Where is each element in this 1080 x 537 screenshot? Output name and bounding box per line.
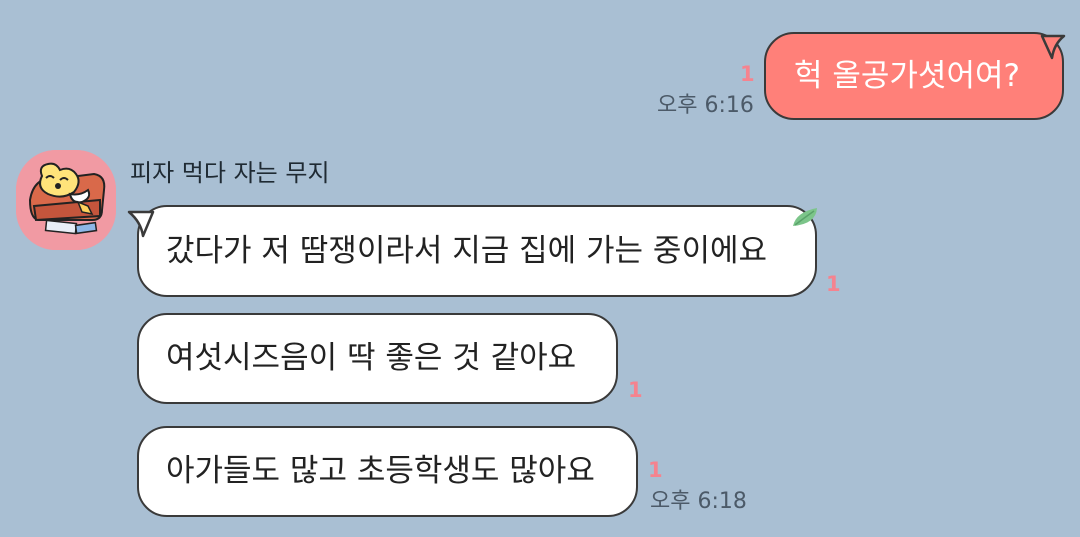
outgoing-unread-count: 1 [740, 62, 755, 86]
incoming-unread-count-3: 1 [648, 458, 663, 482]
incoming-bubble-tail [127, 210, 155, 238]
incoming-message-bubble-1[interactable]: 갔다가 저 땀쟁이라서 지금 집에 가는 중이에요 [137, 205, 817, 297]
incoming-unread-count-1: 1 [826, 272, 841, 296]
muzi-sleeping-on-pizza-sofa-icon [16, 150, 116, 250]
outgoing-bubble-tail [1040, 34, 1066, 60]
incoming-message-text-1: 갔다가 저 땀쟁이라서 지금 집에 가는 중이에요 [166, 232, 768, 269]
incoming-message-time: 오후 6:18 [650, 489, 747, 514]
incoming-message-bubble-2[interactable]: 여섯시즈음이 딱 좋은 것 같아요 [137, 313, 618, 404]
leaf-icon [793, 208, 817, 226]
incoming-message-text-2: 여섯시즈음이 딱 좋은 것 같아요 [166, 340, 577, 376]
incoming-message-text-3: 아가들도 많고 초등학생도 많아요 [166, 453, 595, 489]
sender-avatar[interactable] [16, 150, 116, 250]
incoming-message-bubble-3[interactable]: 아가들도 많고 초등학생도 많아요 [137, 426, 638, 517]
sender-name: 피자 먹다 자는 무지 [130, 159, 330, 187]
outgoing-message-bubble[interactable]: 헉 올공가셧어여? [764, 32, 1064, 120]
outgoing-message-text: 헉 올공가셧어여? [794, 57, 1020, 94]
outgoing-message-time: 오후 6:16 [657, 93, 754, 118]
incoming-unread-count-2: 1 [628, 378, 643, 402]
